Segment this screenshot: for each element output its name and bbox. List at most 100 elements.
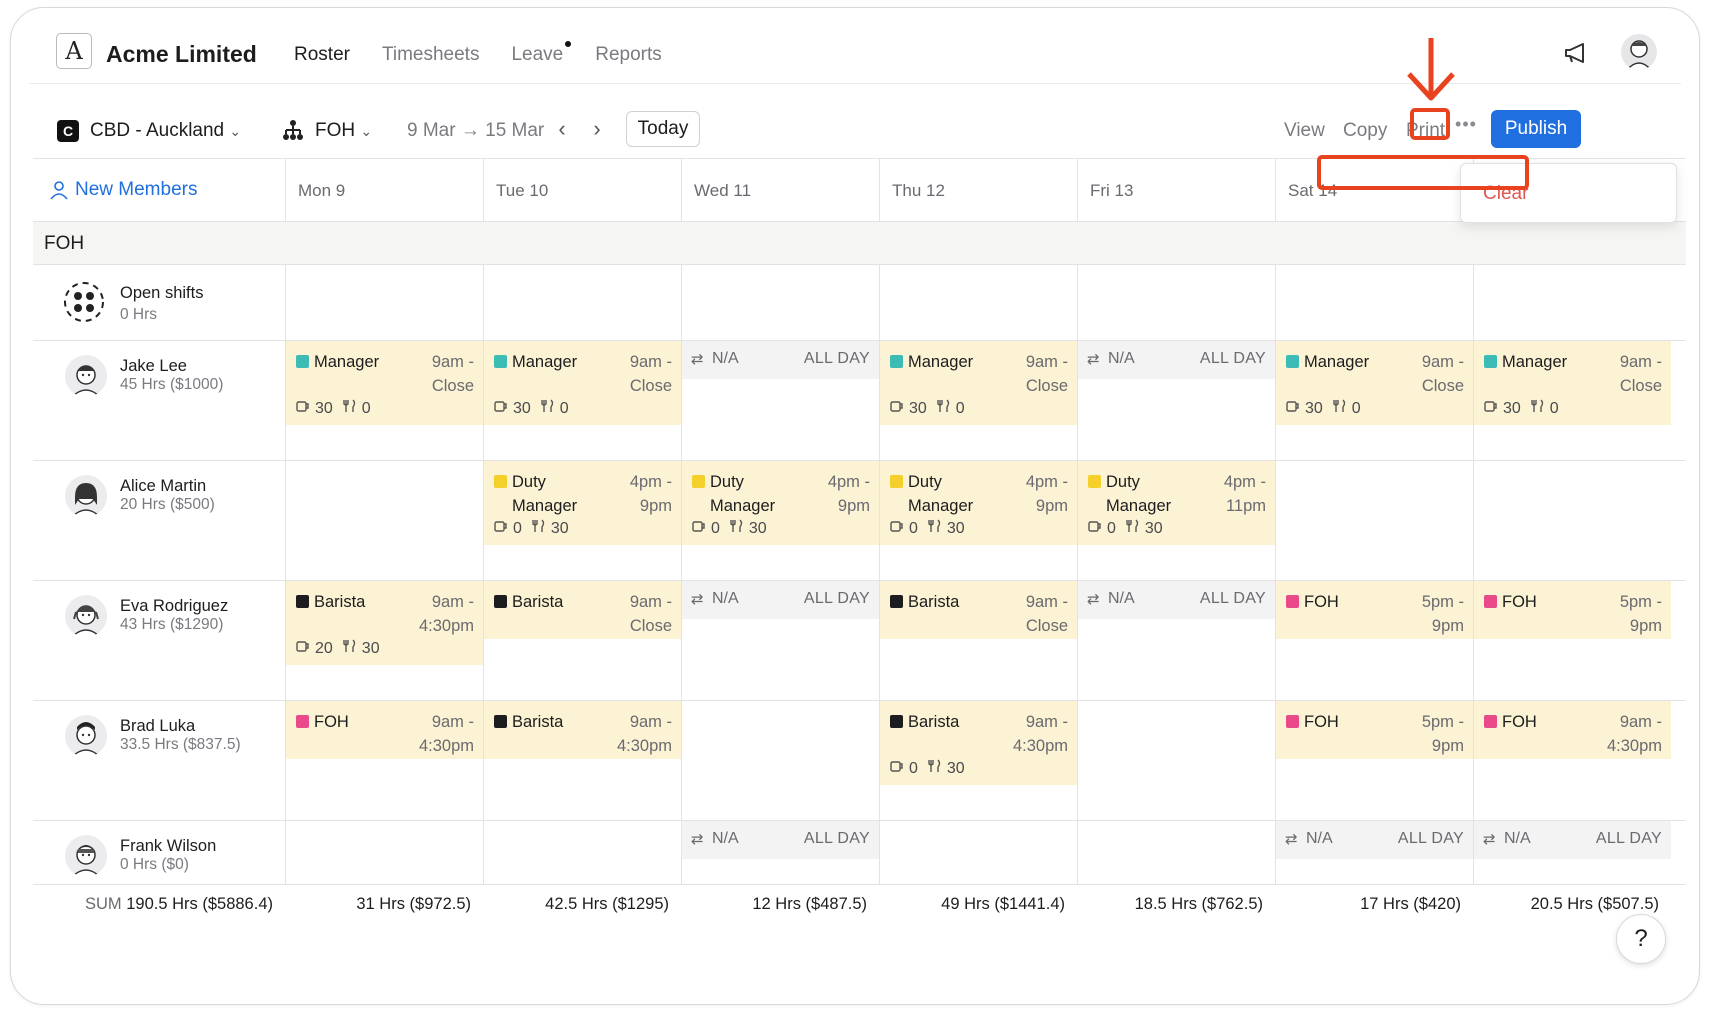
- shift-card[interactable]: Barista 9am - Close: [484, 581, 681, 639]
- shift-cell-empty[interactable]: [879, 265, 1077, 340]
- member-cell[interactable]: Alice Martin 20 Hrs ($500): [33, 461, 285, 580]
- shift-cell[interactable]: ⇄ N/A ALL DAY: [1275, 821, 1473, 884]
- shift-cell-empty[interactable]: [1275, 265, 1473, 340]
- help-button[interactable]: ?: [1616, 914, 1666, 964]
- nav-leave[interactable]: Leave: [511, 41, 572, 66]
- shift-cell[interactable]: Manager 9am - Close 30 0: [879, 341, 1077, 460]
- shift-cell[interactable]: FOH 9am - 4:30pm: [1473, 701, 1671, 820]
- shift-cell[interactable]: Barista 9am - Close: [879, 581, 1077, 700]
- day-header-cell[interactable]: Thu 12: [879, 159, 1077, 221]
- shift-cell-empty[interactable]: [285, 461, 483, 580]
- shift-cell-empty[interactable]: [1077, 701, 1275, 820]
- shift-cell-empty[interactable]: [1077, 821, 1275, 884]
- shift-cell[interactable]: Barista 9am - 4:30pm: [483, 701, 681, 820]
- shift-cell[interactable]: Barista 9am - Close: [483, 581, 681, 700]
- shift-cell-empty[interactable]: [879, 821, 1077, 884]
- day-header-cell[interactable]: Fri 13: [1077, 159, 1275, 221]
- day-header-cell[interactable]: Mon 9: [285, 159, 483, 221]
- unavailable-card[interactable]: ⇄ N/A ALL DAY: [682, 581, 879, 619]
- shift-card[interactable]: Manager 9am - Close 30 0: [1276, 341, 1473, 425]
- shift-cell[interactable]: FOH 5pm - 9pm: [1275, 581, 1473, 700]
- shift-cell-empty[interactable]: [285, 265, 483, 340]
- announcements-icon[interactable]: [1563, 41, 1589, 65]
- shift-cell-empty[interactable]: [1473, 461, 1671, 580]
- unavailable-card[interactable]: ⇄ N/A ALL DAY: [682, 821, 879, 859]
- shift-card[interactable]: Duty Manager 4pm - 9pm 0 30: [484, 461, 681, 545]
- shift-card[interactable]: FOH 5pm - 9pm: [1276, 701, 1473, 759]
- member-cell[interactable]: Frank Wilson 0 Hrs ($0): [33, 821, 285, 884]
- unavailable-card[interactable]: ⇄ N/A ALL DAY: [1276, 821, 1473, 859]
- publish-button[interactable]: Publish: [1491, 110, 1581, 148]
- shift-card[interactable]: FOH 5pm - 9pm: [1474, 581, 1671, 639]
- shift-cell[interactable]: Manager 9am - Close 30 0: [1275, 341, 1473, 460]
- shift-cell[interactable]: ⇄ N/A ALL DAY: [681, 581, 879, 700]
- shift-cell-empty[interactable]: [285, 821, 483, 884]
- unavailable-card[interactable]: ⇄ N/A ALL DAY: [1078, 581, 1275, 619]
- copy-button[interactable]: Copy: [1343, 120, 1387, 142]
- shift-cell-empty[interactable]: [1275, 461, 1473, 580]
- new-members-link[interactable]: New Members: [49, 179, 197, 201]
- shift-cell[interactable]: FOH 9am - 4:30pm: [285, 701, 483, 820]
- shift-card[interactable]: Barista 9am -4:30pm 20 30: [286, 581, 483, 665]
- shift-card[interactable]: Manager 9am - Close 30 0: [880, 341, 1077, 425]
- shift-card[interactable]: Barista 9am - 4:30pm: [484, 701, 681, 759]
- shift-cell[interactable]: ⇄ N/A ALL DAY: [681, 821, 879, 884]
- user-avatar[interactable]: [1621, 34, 1657, 70]
- shift-cell[interactable]: ⇄ N/A ALL DAY: [1077, 581, 1275, 700]
- nav-roster[interactable]: Roster: [294, 44, 350, 66]
- prev-week-icon[interactable]: ‹: [550, 116, 574, 142]
- unavailable-card[interactable]: ⇄ N/A ALL DAY: [1474, 821, 1671, 859]
- shift-role-line: Duty: [512, 473, 546, 491]
- shift-cell[interactable]: FOH 5pm - 9pm: [1275, 701, 1473, 820]
- shift-cell-empty[interactable]: [1473, 265, 1671, 340]
- shift-cell[interactable]: ⇄ N/A ALL DAY: [1077, 341, 1275, 460]
- shift-cell[interactable]: Manager 9am - Close 30 0: [1473, 341, 1671, 460]
- member-cell[interactable]: Eva Rodriguez 43 Hrs ($1290): [33, 581, 285, 700]
- location-selector[interactable]: CBD - Auckland ⌄: [90, 120, 241, 142]
- member-name: Jake Lee: [120, 357, 187, 375]
- shift-cell[interactable]: Duty Manager 4pm - 11pm 0 30: [1077, 461, 1275, 580]
- day-header-cell[interactable]: Wed 11: [681, 159, 879, 221]
- more-options-button[interactable]: •••: [1446, 113, 1486, 141]
- shift-card[interactable]: FOH 5pm - 9pm: [1276, 581, 1473, 639]
- shift-cell[interactable]: Manager 9am - Close 30 0: [483, 341, 681, 460]
- shift-cell[interactable]: Duty Manager 4pm - 9pm 0 30: [483, 461, 681, 580]
- shift-cell[interactable]: Duty Manager 4pm - 9pm 0 30: [879, 461, 1077, 580]
- shift-cell[interactable]: Barista 9am - 4:30pm 0 30: [879, 701, 1077, 820]
- shift-card[interactable]: Manager 9am - Close 30 0: [1474, 341, 1671, 425]
- shift-cell[interactable]: ⇄ N/A ALL DAY: [681, 341, 879, 460]
- member-cell[interactable]: Jake Lee 45 Hrs ($1000): [33, 341, 285, 460]
- shift-cell[interactable]: FOH 5pm - 9pm: [1473, 581, 1671, 700]
- shift-cell[interactable]: Manager 9am - Close 30 0: [285, 341, 483, 460]
- company-logo[interactable]: A: [56, 33, 92, 69]
- shift-cell-empty[interactable]: [483, 265, 681, 340]
- unavailable-card[interactable]: ⇄ N/A ALL DAY: [1078, 341, 1275, 379]
- shift-card[interactable]: Duty Manager 4pm - 9pm 0 30: [880, 461, 1077, 545]
- shift-cell-empty[interactable]: [1077, 265, 1275, 340]
- day-header-cell[interactable]: Tue 10: [483, 159, 681, 221]
- shift-cell[interactable]: Barista 9am -4:30pm 20 30: [285, 581, 483, 700]
- shift-cell-empty[interactable]: [681, 701, 879, 820]
- shift-cell-empty[interactable]: [483, 821, 681, 884]
- shift-cell[interactable]: ⇄ N/A ALL DAY: [1473, 821, 1671, 884]
- day-label: Fri 13: [1090, 181, 1134, 200]
- shift-card[interactable]: Barista 9am - 4:30pm 0 30: [880, 701, 1077, 785]
- shift-card[interactable]: Duty Manager 4pm - 11pm 0 30: [1078, 461, 1275, 545]
- nav-reports[interactable]: Reports: [595, 44, 662, 66]
- next-week-icon[interactable]: ›: [585, 116, 609, 142]
- view-button[interactable]: View: [1284, 120, 1325, 142]
- shift-time-end: 9pm: [1431, 617, 1464, 635]
- unavailable-card[interactable]: ⇄ N/A ALL DAY: [682, 341, 879, 379]
- shift-card[interactable]: Manager 9am - Close 30 0: [484, 341, 681, 425]
- shift-card[interactable]: Duty Manager 4pm - 9pm 0 30: [682, 461, 879, 545]
- shift-cell[interactable]: Duty Manager 4pm - 9pm 0 30: [681, 461, 879, 580]
- shift-card[interactable]: FOH 9am - 4:30pm: [1474, 701, 1671, 759]
- department-selector[interactable]: FOH ⌄: [315, 120, 372, 142]
- shift-card[interactable]: Barista 9am - Close: [880, 581, 1077, 639]
- shift-card[interactable]: Manager 9am - Close 30 0: [286, 341, 483, 425]
- shift-cell-empty[interactable]: [681, 265, 879, 340]
- member-cell[interactable]: Brad Luka 33.5 Hrs ($837.5): [33, 701, 285, 820]
- shift-card[interactable]: FOH 9am - 4:30pm: [286, 701, 483, 759]
- nav-timesheets[interactable]: Timesheets: [382, 44, 480, 66]
- today-button[interactable]: Today: [626, 111, 700, 147]
